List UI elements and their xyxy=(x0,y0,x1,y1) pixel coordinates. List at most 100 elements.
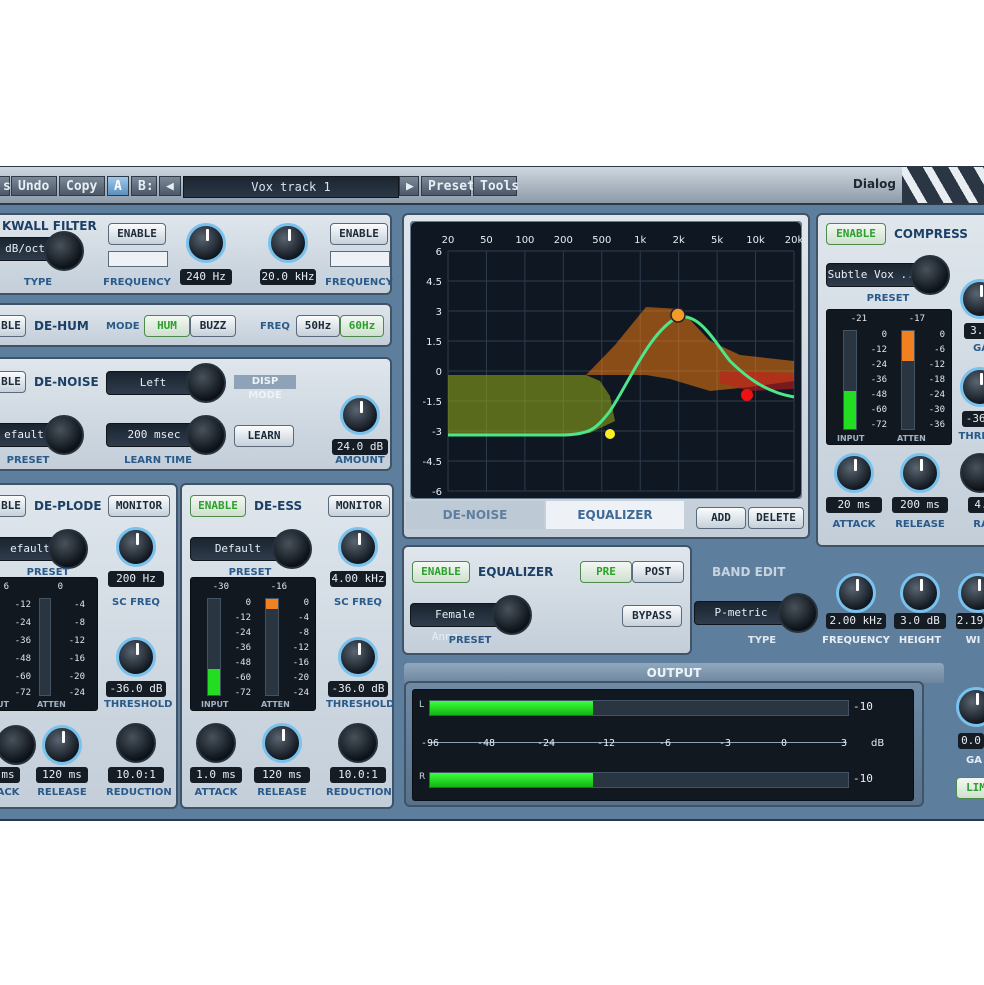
output-scale-label: -96 xyxy=(421,738,440,749)
compressor-preset-display[interactable]: Subtle Vox ... xyxy=(826,263,922,287)
a-slot-button[interactable]: A xyxy=(107,176,129,196)
deess-release-value: 120 ms xyxy=(254,767,310,783)
eq-x-tick-label: 10k xyxy=(746,235,765,246)
equalizer-enable-button[interactable]: ENABLE xyxy=(412,561,470,583)
eq-x-tick-label: 500 xyxy=(592,235,611,246)
add-band-button[interactable]: ADD xyxy=(696,507,746,529)
compressor-release-knob[interactable] xyxy=(900,453,940,493)
band-height-knob[interactable] xyxy=(900,573,940,613)
equalizer-title: EQUALIZER xyxy=(478,565,554,579)
next-preset-icon[interactable]: ▶ xyxy=(399,176,419,196)
filter-type-knob[interactable] xyxy=(44,231,84,271)
denoise-enable-button[interactable]: BLE xyxy=(0,371,26,393)
deess-reduction-knob[interactable] xyxy=(338,723,378,763)
preset-menu-button[interactable]: Preset xyxy=(421,176,475,196)
compressor-ratio-value: 4. xyxy=(968,497,984,513)
highcut-frequency-knob[interactable] xyxy=(268,223,308,263)
deplode-enable-button[interactable]: BLE xyxy=(0,495,26,517)
deplode-attack-knob[interactable] xyxy=(0,725,36,765)
dehum-enable-button[interactable]: BLE xyxy=(0,315,26,337)
deplode-attack-value: ms xyxy=(0,767,20,783)
disp-mode-knob[interactable] xyxy=(186,363,226,403)
compressor-gain-knob[interactable] xyxy=(960,279,984,319)
compressor-ratio-knob[interactable] xyxy=(960,453,984,493)
copy-button[interactable]: Copy xyxy=(59,176,105,196)
freq-50hz-button[interactable]: 50Hz xyxy=(296,315,340,337)
output-meter: L -10 -96 -48 -24 -12 -6 -3 0 3 dB R -10 xyxy=(412,689,914,801)
lowcut-frequency-label: FREQUENCY xyxy=(103,277,171,288)
equalizer-preset-knob[interactable] xyxy=(492,595,532,635)
deess-in-scale: -60 xyxy=(234,673,251,683)
eq-curve-graph[interactable]: 20 50 100 200 500 1k 2k 5k 10k 20k 6 4.5 3 1.5 0 -1.5 -3… xyxy=(410,221,802,499)
compressor-att-scale: -36 xyxy=(928,420,945,430)
deplode-release-knob[interactable] xyxy=(42,725,82,765)
deplode-threshold-label: THRESHOLD xyxy=(104,699,173,710)
learn-time-knob[interactable] xyxy=(186,415,226,455)
deess-preset-knob[interactable] xyxy=(272,529,312,569)
compressor-threshold-label: THRES xyxy=(958,431,984,442)
deplode-monitor-button[interactable]: MONITOR xyxy=(108,495,170,517)
highcut-shape-icon xyxy=(330,251,390,267)
tab-denoise[interactable]: DE-NOISE xyxy=(406,501,544,529)
learn-button[interactable]: LEARN xyxy=(234,425,294,447)
equalizer-panel: ENABLE EQUALIZER PRE POST Female Anno...… xyxy=(402,545,692,655)
tools-menu-button[interactable]: Tools xyxy=(473,176,519,196)
band-type-display[interactable]: P-metric xyxy=(694,601,788,625)
deess-monitor-button[interactable]: MONITOR xyxy=(328,495,390,517)
tab-equalizer[interactable]: EQUALIZER xyxy=(546,501,684,529)
compressor-att-scale: -12 xyxy=(928,360,945,370)
deess-scfreq-knob[interactable] xyxy=(338,527,378,567)
band-frequency-knob[interactable] xyxy=(836,573,876,613)
deplode-scfreq-knob[interactable] xyxy=(116,527,156,567)
denoise-preset-knob[interactable] xyxy=(44,415,84,455)
deplode-threshold-knob[interactable] xyxy=(116,637,156,677)
compressor-in-scale: -72 xyxy=(870,420,887,430)
limiter-button[interactable]: LIM xyxy=(956,777,984,799)
deplode-reduction-knob[interactable] xyxy=(116,723,156,763)
deess-release-knob[interactable] xyxy=(262,723,302,763)
bypass-button[interactable]: BYPASS xyxy=(622,605,682,627)
compressor-preset-knob[interactable] xyxy=(910,255,950,295)
output-unit-label: dB xyxy=(871,738,885,749)
deess-meter: -30 -16 0 -12 -24 -36 -48 -60 -72 0 -4 -… xyxy=(190,577,316,711)
hum-mode-button[interactable]: HUM xyxy=(144,315,190,337)
band-width-knob[interactable] xyxy=(958,573,984,613)
compressor-panel: ENABLE COMPRESS Subtle Vox ... PRESET -2… xyxy=(816,213,984,547)
post-button[interactable]: POST xyxy=(632,561,684,583)
enable-lowcut-button[interactable]: ENABLE xyxy=(108,223,166,245)
band-type-knob[interactable] xyxy=(778,593,818,633)
amount-knob[interactable] xyxy=(340,395,380,435)
delete-band-button[interactable]: DELETE xyxy=(748,507,804,529)
output-right-bar xyxy=(429,772,849,788)
compressor-preset-label: PRESET xyxy=(866,293,910,304)
eq-y-tick-label: -1.5 xyxy=(422,397,442,408)
band-height-value: 3.0 dB xyxy=(894,613,946,629)
preset-name-display[interactable]: Vox track 1 xyxy=(183,176,399,198)
freq-60hz-button[interactable]: 60Hz xyxy=(340,315,384,337)
compressor-enable-button[interactable]: ENABLE xyxy=(826,223,886,245)
output-panel: L -10 -96 -48 -24 -12 -6 -3 0 3 dB R -10 xyxy=(404,681,924,807)
deplode-reduction-label: REDUCTION xyxy=(106,787,172,798)
deess-attack-knob[interactable] xyxy=(196,723,236,763)
deess-in-scale: -36 xyxy=(234,643,251,653)
deplode-preset-knob[interactable] xyxy=(48,529,88,569)
compressor-threshold-knob[interactable] xyxy=(960,367,984,407)
output-left-value: -10 xyxy=(853,700,873,713)
lowcut-frequency-knob[interactable] xyxy=(186,223,226,263)
buzz-mode-button[interactable]: BUZZ xyxy=(190,315,236,337)
undo-button[interactable]: Undo xyxy=(11,176,57,196)
deess-threshold-knob[interactable] xyxy=(338,637,378,677)
enable-highcut-button[interactable]: ENABLE xyxy=(330,223,388,245)
toolbar-item-0[interactable]: s xyxy=(0,176,11,196)
compressor-attack-knob[interactable] xyxy=(834,453,874,493)
eq-x-tick-label: 50 xyxy=(480,235,493,246)
output-gain-knob[interactable] xyxy=(956,687,984,727)
deess-enable-button[interactable]: ENABLE xyxy=(190,495,246,517)
output-gain-label: GA xyxy=(966,755,982,766)
b-slot-button[interactable]: B: xyxy=(131,176,157,196)
output-left-label: L xyxy=(419,700,425,710)
equalizer-preset-display[interactable]: Female Anno... xyxy=(410,603,500,643)
prev-preset-icon[interactable]: ◀ xyxy=(159,176,181,196)
deplode-title: DE-PLODE xyxy=(34,499,102,513)
pre-button[interactable]: PRE xyxy=(580,561,632,583)
